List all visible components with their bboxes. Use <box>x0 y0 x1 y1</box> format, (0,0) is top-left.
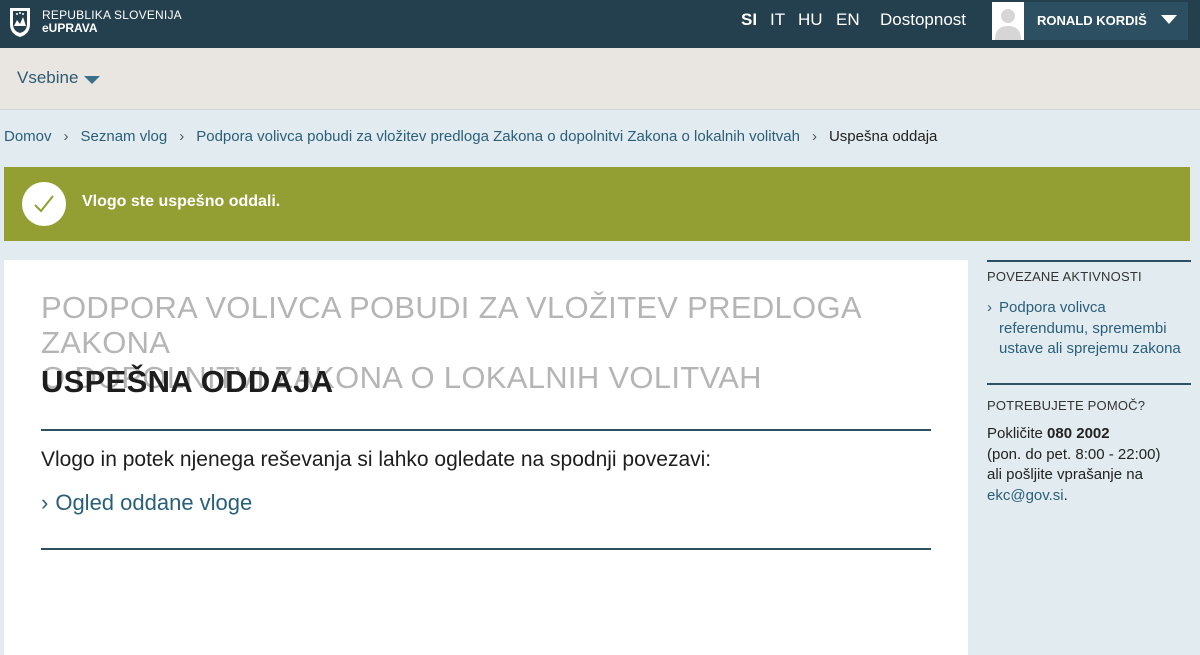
related-activities-heading: POVEZANE AKTIVNOSTI <box>987 269 1142 284</box>
related-activity-line-2: referendumu, spremembi <box>999 319 1167 337</box>
divider <box>41 548 931 550</box>
help-phone: 080 2002 <box>1047 425 1110 442</box>
chevron-down-icon[interactable] <box>84 76 100 84</box>
divider <box>41 429 931 431</box>
page-subtitle: USPEŠNA ODDAJA <box>41 364 334 399</box>
page-title-line-1: PODPORA VOLIVCA POBUDI ZA VLOŽITEV PREDL… <box>41 290 861 360</box>
checkmark-icon <box>34 195 54 213</box>
avatar <box>992 2 1024 40</box>
content-menu-bar: Vsebine <box>0 48 1200 110</box>
language-it[interactable]: IT <box>770 10 785 30</box>
help-email-link[interactable]: ekc@gov.si <box>987 487 1064 504</box>
related-activity-link[interactable]: › Podpora volivca referendumu, spremembi… <box>987 298 1191 360</box>
top-bar: REPUBLIKA SLOVENIJA eUPRAVA SI IT HU EN … <box>0 0 1200 48</box>
user-menu-button[interactable]: RONALD KORDIŠ <box>992 2 1188 40</box>
content-menu-toggle[interactable]: Vsebine <box>17 68 78 88</box>
breadcrumb-separator: › <box>179 128 185 145</box>
breadcrumb-application-list[interactable]: Seznam vlog <box>81 128 168 145</box>
user-name: RONALD KORDIŠ <box>1037 13 1147 28</box>
success-message: Vlogo ste uspešno oddali. <box>82 193 281 210</box>
breadcrumb-application[interactable]: Podpora volivca pobudi za vložitev predl… <box>196 128 800 145</box>
related-activity-line-1: Podpora volivca <box>999 299 1106 316</box>
breadcrumb-home[interactable]: Domov <box>4 128 52 145</box>
help-or-send: ali pošljite vprašanje na <box>987 466 1143 483</box>
sidebar-divider <box>987 383 1191 385</box>
main-content-card: PODPORA VOLIVCA POBUDI ZA VLOŽITEV PREDL… <box>4 260 968 655</box>
related-activity-line-3: ustave ali sprejemu zakona <box>999 340 1181 357</box>
coat-of-arms-icon[interactable] <box>8 6 32 38</box>
help-heading: POTREBUJETE POMOČ? <box>987 398 1146 413</box>
language-si[interactable]: SI <box>741 10 757 30</box>
help-hours: (pon. do pet. 8:00 - 22:00) <box>987 445 1161 463</box>
help-email-suffix: . <box>1063 486 1068 504</box>
language-en[interactable]: EN <box>836 10 860 30</box>
info-text: Vlogo in potek njenega reševanja si lahk… <box>41 448 712 471</box>
chevron-right-icon: › <box>987 299 992 316</box>
breadcrumb-separator: › <box>811 128 817 145</box>
language-hu[interactable]: HU <box>798 10 823 30</box>
view-link-label: Ogled oddane vloge <box>55 490 253 515</box>
brand-line-2: eUPRAVA <box>42 21 98 35</box>
accessibility-link[interactable]: Dostopnost <box>880 10 966 30</box>
success-banner: Vlogo ste uspešno oddali. <box>4 167 1190 241</box>
help-text: Pokličite 080 2002 (pon. do pet. 8:00 - … <box>987 424 1191 506</box>
breadcrumb-separator: › <box>63 128 69 145</box>
chevron-down-icon <box>1161 15 1177 24</box>
user-silhouette-icon <box>992 2 1024 40</box>
view-submitted-application-link[interactable]: › Ogled oddane vloge <box>41 490 252 516</box>
breadcrumb-current: Uspešna oddaja <box>828 128 938 145</box>
breadcrumb: Domov › Seznam vlog › Podpora volivca pobudi… <box>4 128 937 145</box>
help-call-prefix: Pokličite <box>987 425 1043 442</box>
brand-line-1: REPUBLIKA SLOVENIJA <box>42 8 182 22</box>
chevron-right-icon: › <box>41 490 49 515</box>
success-circle <box>22 182 66 226</box>
sidebar-divider <box>987 260 1191 262</box>
